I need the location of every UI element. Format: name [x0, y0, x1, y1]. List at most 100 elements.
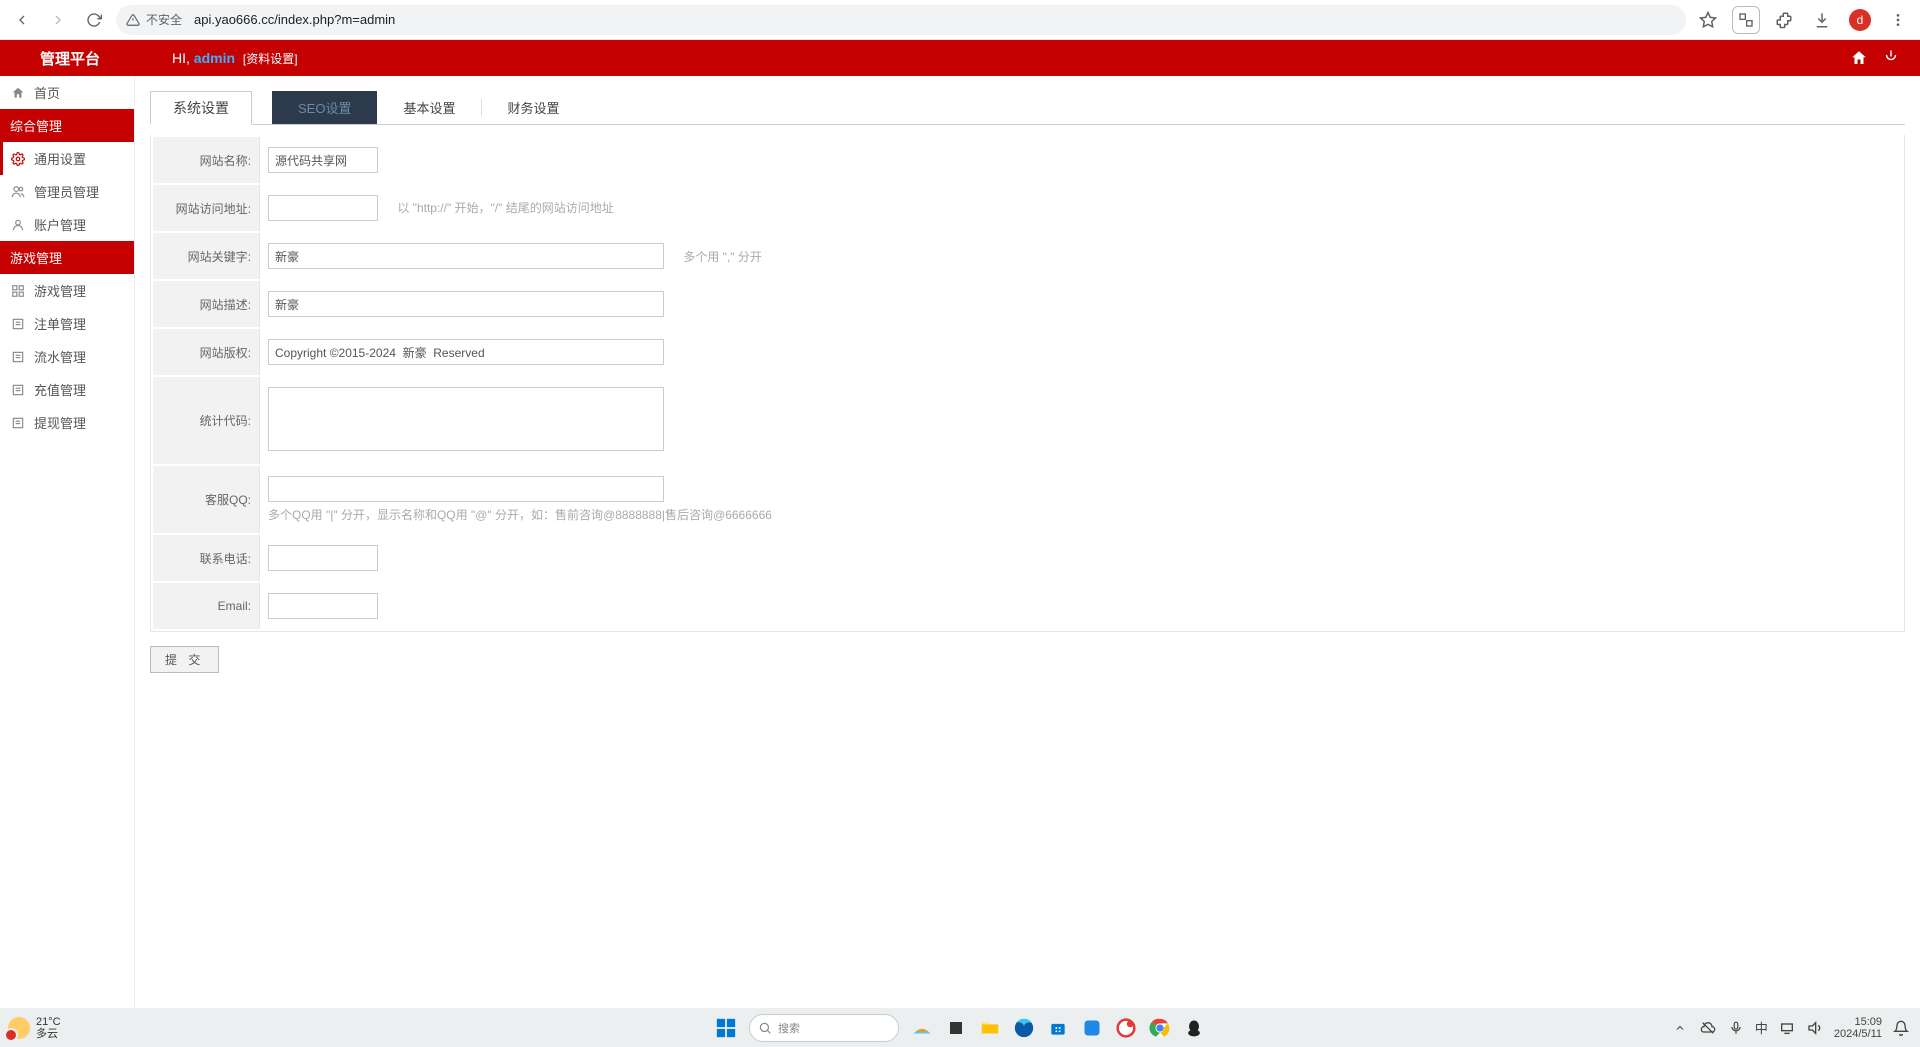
input-site-name[interactable]	[268, 147, 378, 173]
sidebar-label: 游戏管理	[34, 281, 86, 300]
sidebar-label: 首页	[34, 83, 60, 102]
input-keywords[interactable]	[268, 243, 664, 269]
taskbar-app-store[interactable]	[1043, 1013, 1073, 1043]
gear-icon	[10, 151, 26, 167]
textarea-stats[interactable]	[268, 387, 664, 451]
sidebar: 首页 综合管理 通用设置 管理员管理 账户管理 游戏管理 游戏管理 注单管理 流…	[0, 76, 135, 1008]
label-desc: 网站描述:	[153, 281, 260, 327]
sidebar-item-admins[interactable]: 管理员管理	[0, 175, 134, 208]
sidebar-label: 流水管理	[34, 347, 86, 366]
forward-button[interactable]	[44, 6, 72, 34]
content-area: 系统设置 SEO设置 基本设置 财务设置 网站名称: 网站访问地址: 以 "ht…	[135, 76, 1920, 1008]
sidebar-item-recharge[interactable]: 充值管理	[0, 373, 134, 406]
label-qq: 客服QQ:	[153, 466, 260, 533]
windows-taskbar: 21°C 多云 搜索 中 15:09 2024/5/11	[0, 1008, 1920, 1047]
tray-ime[interactable]: 中	[1755, 1018, 1768, 1037]
taskbar-app-chrome[interactable]	[1145, 1013, 1175, 1043]
sidebar-section-game: 游戏管理	[0, 241, 134, 274]
sidebar-item-flows[interactable]: 流水管理	[0, 340, 134, 373]
input-copyright[interactable]	[268, 339, 664, 365]
label-phone: 联系电话:	[153, 535, 260, 581]
back-button[interactable]	[8, 6, 36, 34]
app-title: 管理平台	[40, 48, 100, 69]
label-site-url: 网站访问地址:	[153, 185, 260, 231]
home-icon	[10, 85, 26, 101]
tab-system-settings[interactable]: 系统设置	[150, 91, 252, 125]
tray-volume-icon[interactable]	[1806, 1019, 1824, 1037]
label-site-name: 网站名称:	[153, 137, 260, 183]
chrome-menu-icon[interactable]	[1884, 6, 1912, 34]
settings-form: 网站名称: 网站访问地址: 以 "http://" 开始，"/" 结尾的网站访问…	[150, 135, 1905, 632]
insecure-label: 不安全	[146, 11, 182, 28]
sidebar-item-withdraw[interactable]: 提现管理	[0, 406, 134, 439]
translate-icon[interactable]	[1732, 6, 1760, 34]
label-keywords: 网站关键字:	[153, 233, 260, 279]
tray-mic-icon[interactable]	[1727, 1019, 1745, 1037]
tabs-row: 系统设置 SEO设置 基本设置 财务设置	[150, 91, 1905, 125]
greet-prefix: HI,	[172, 50, 190, 66]
tray-notifications-icon[interactable]	[1892, 1019, 1910, 1037]
taskbar-app[interactable]	[941, 1013, 971, 1043]
address-bar[interactable]: 不安全 api.yao666.cc/index.php?m=admin	[116, 5, 1686, 35]
weather-temp: 21°C	[36, 1016, 61, 1028]
label-copyright: 网站版权:	[153, 329, 260, 375]
input-phone[interactable]	[268, 545, 378, 571]
list-icon	[10, 316, 26, 332]
browser-toolbar: 不安全 api.yao666.cc/index.php?m=admin d	[0, 0, 1920, 40]
breadcrumb: [资料设置]	[243, 52, 298, 66]
sidebar-label: 提现管理	[34, 413, 86, 432]
tray-network-icon[interactable]	[1778, 1019, 1796, 1037]
sidebar-item-accounts[interactable]: 账户管理	[0, 208, 134, 241]
clock-time: 15:09	[1834, 1016, 1882, 1028]
home-icon[interactable]	[1846, 45, 1872, 71]
extensions-icon[interactable]	[1770, 6, 1798, 34]
label-email: Email:	[153, 583, 260, 629]
input-email[interactable]	[268, 593, 378, 619]
taskbar-app[interactable]	[907, 1013, 937, 1043]
taskbar-app-qq[interactable]	[1179, 1013, 1209, 1043]
hint-qq: 多个QQ用 "|" 分开，显示名称和QQ用 "@" 分开，如：售前咨询@8888…	[268, 506, 1896, 523]
submit-button[interactable]: 提 交	[150, 646, 219, 673]
sidebar-item-home[interactable]: 首页	[0, 76, 134, 109]
subtab-finance[interactable]: 财务设置	[481, 91, 585, 124]
input-desc[interactable]	[268, 291, 664, 317]
taskbar-app-explorer[interactable]	[975, 1013, 1005, 1043]
taskbar-weather[interactable]: 21°C 多云	[0, 1016, 140, 1040]
sidebar-section-general: 综合管理	[0, 109, 134, 142]
taskbar-app[interactable]	[1077, 1013, 1107, 1043]
taskbar-app[interactable]	[1111, 1013, 1141, 1043]
subtab-seo[interactable]: SEO设置	[272, 91, 377, 124]
subtab-basic[interactable]: 基本设置	[377, 91, 481, 124]
reload-button[interactable]	[80, 6, 108, 34]
download-icon[interactable]	[1808, 6, 1836, 34]
insecure-icon	[126, 13, 140, 27]
app-header: 管理平台 HI, admin [资料设置]	[0, 40, 1920, 76]
sidebar-label: 账户管理	[34, 215, 86, 234]
logout-icon[interactable]	[1878, 45, 1904, 71]
taskbar-search[interactable]: 搜索	[749, 1014, 899, 1042]
weather-desc: 多云	[36, 1028, 61, 1040]
sidebar-item-games[interactable]: 游戏管理	[0, 274, 134, 307]
star-icon[interactable]	[1694, 6, 1722, 34]
input-qq[interactable]	[268, 476, 664, 502]
label-stats: 统计代码:	[153, 377, 260, 464]
profile-avatar[interactable]: d	[1846, 6, 1874, 34]
input-site-url[interactable]	[268, 195, 378, 221]
tray-chevron-icon[interactable]	[1671, 1019, 1689, 1037]
taskbar-app-edge[interactable]	[1009, 1013, 1039, 1043]
grid-icon	[10, 283, 26, 299]
tray-clock[interactable]: 15:09 2024/5/11	[1834, 1016, 1882, 1040]
list-icon	[10, 415, 26, 431]
sidebar-item-bets[interactable]: 注单管理	[0, 307, 134, 340]
users-icon	[10, 184, 26, 200]
search-placeholder: 搜索	[778, 1020, 800, 1036]
greet-user: admin	[194, 50, 235, 66]
sidebar-item-general[interactable]: 通用设置	[0, 142, 134, 175]
start-button[interactable]	[711, 1013, 741, 1043]
sidebar-label: 管理员管理	[34, 182, 99, 201]
search-icon	[758, 1021, 772, 1035]
tray-cloud-icon[interactable]	[1699, 1019, 1717, 1037]
list-icon	[10, 382, 26, 398]
url-text: api.yao666.cc/index.php?m=admin	[194, 12, 395, 27]
hint-site-url: 以 "http://" 开始，"/" 结尾的网站访问地址	[397, 201, 613, 215]
